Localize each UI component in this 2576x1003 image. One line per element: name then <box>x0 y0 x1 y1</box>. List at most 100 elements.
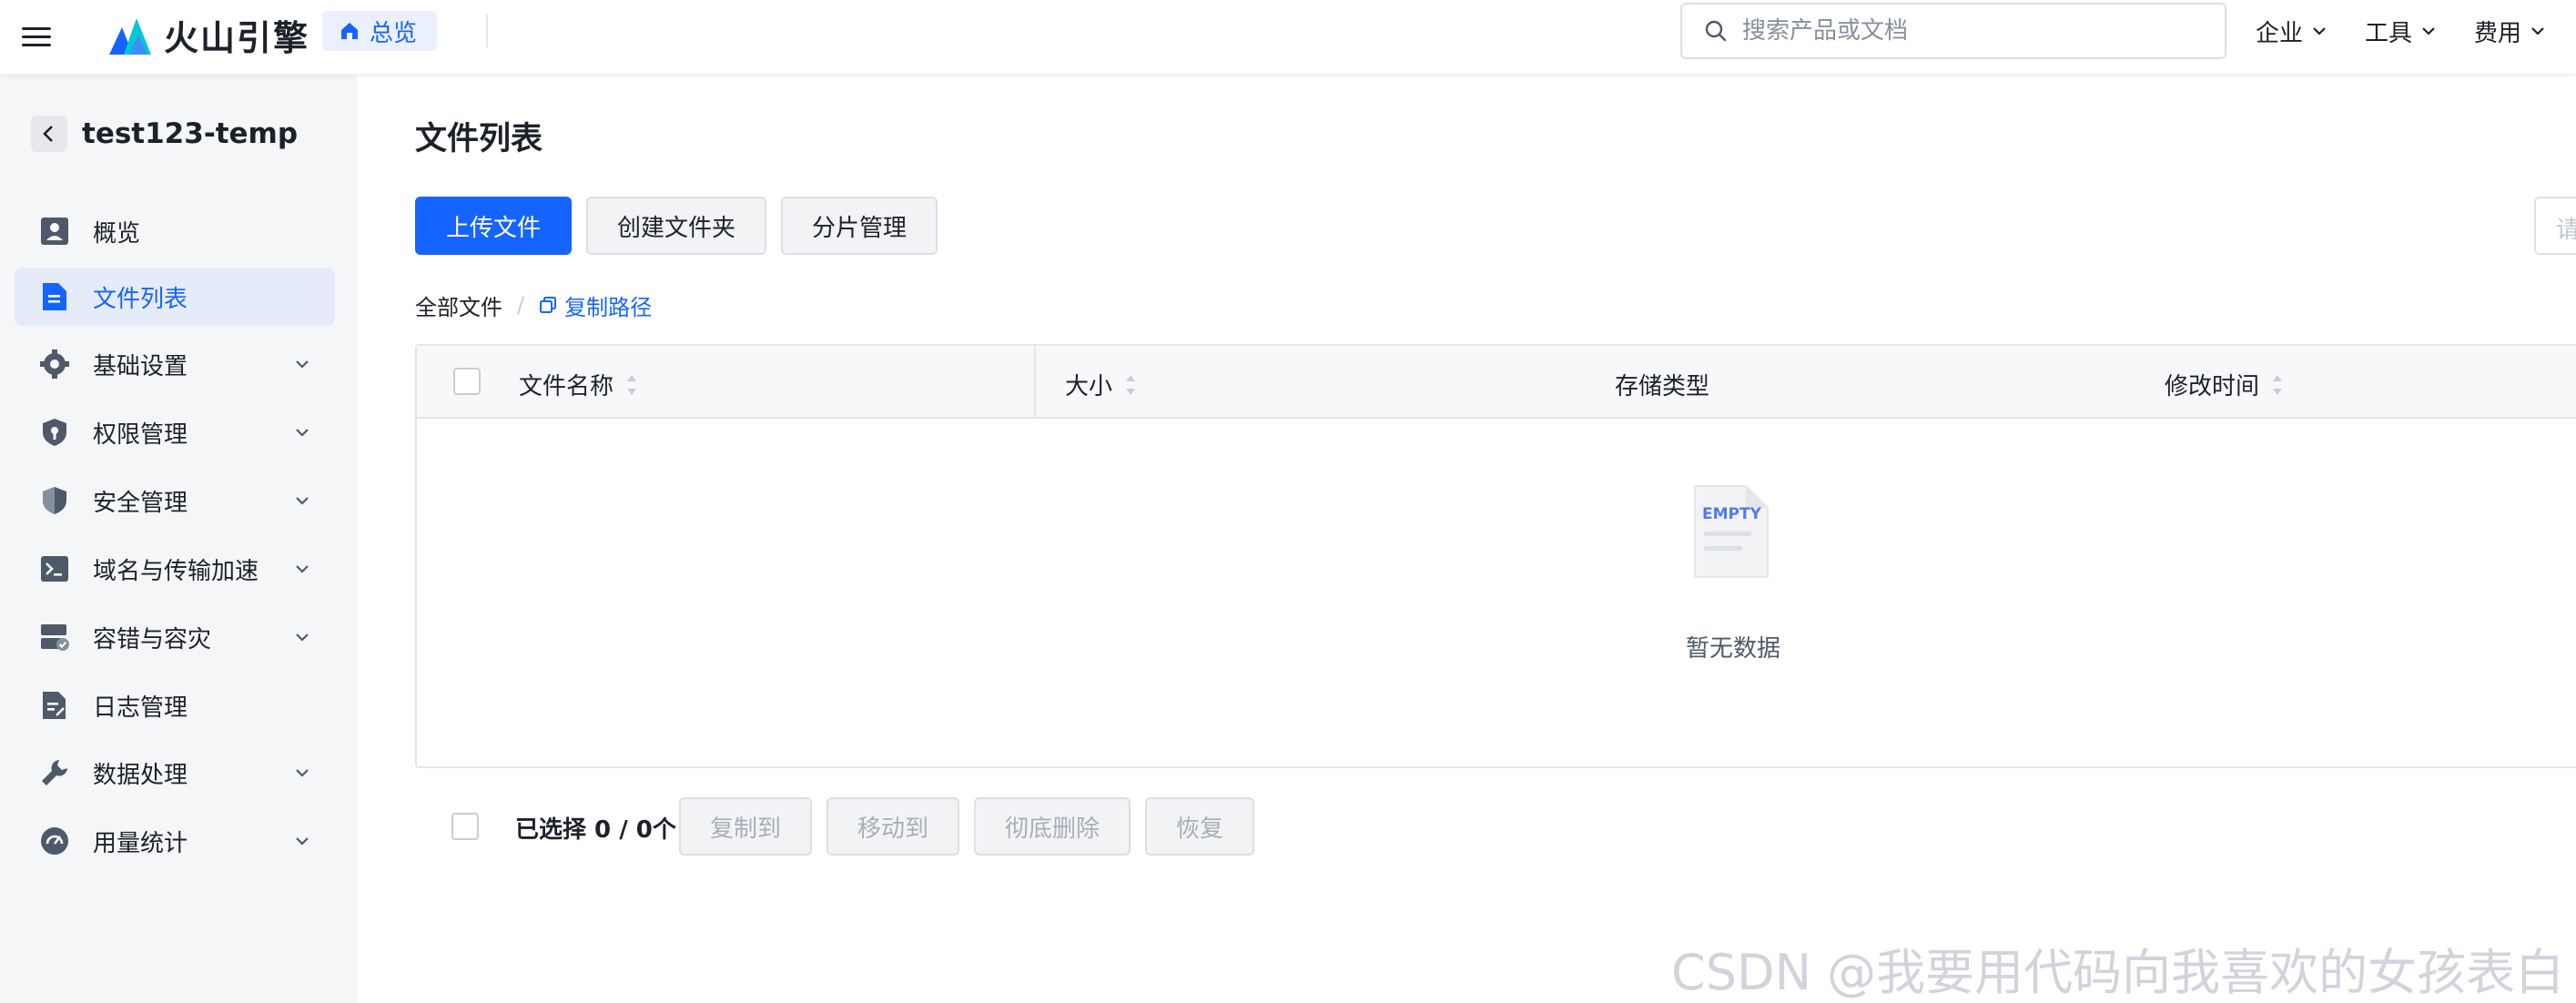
chevron-down-icon <box>2531 27 2544 35</box>
restore-button[interactable]: 恢复 <box>1145 797 1254 856</box>
sidebar: test123-temp 概览 文件列表 基础设置 权限管理 安全管理 域名与传… <box>0 75 357 1003</box>
column-label: 大小 <box>1065 373 1113 400</box>
menu-enterprise[interactable]: 企业 <box>2256 11 2328 51</box>
back-button[interactable] <box>31 116 67 152</box>
breadcrumb: 全部文件 / 复制路径 <box>415 289 652 320</box>
sidebar-item-file-list[interactable]: 文件列表 <box>15 268 335 326</box>
file-search-placeholder: 请 <box>2556 217 2576 244</box>
sidebar-item-basic-settings[interactable]: 基础设置 <box>15 335 335 393</box>
column-size[interactable]: 大小 <box>1065 368 1138 401</box>
top-nav-bar: 火山引擎 总览 企业 工具 费用 <box>0 0 2576 75</box>
chevron-down-icon <box>296 769 309 777</box>
upload-file-button[interactable]: 上传文件 <box>415 197 572 255</box>
chevron-down-icon <box>296 837 309 846</box>
overview-icon <box>38 215 71 248</box>
brand-name: 火山引擎 <box>164 17 310 58</box>
chevron-down-icon <box>296 429 309 437</box>
shield-icon <box>38 484 71 517</box>
sidebar-item-log-management[interactable]: 日志管理 <box>15 676 335 735</box>
empty-document-icon: EMPTY <box>1694 485 1769 578</box>
file-table: 文件名称 大小 存储类型 修改时间 <box>415 344 2576 768</box>
empty-illustration-text: EMPTY <box>1702 505 1762 523</box>
sidebar-item-overview[interactable]: 概览 <box>15 202 335 260</box>
chevron-down-icon <box>296 565 309 573</box>
sidebar-item-label: 权限管理 <box>93 420 188 449</box>
sidebar-item-usage-stats[interactable]: 用量统计 <box>15 812 335 870</box>
chevron-down-icon <box>296 633 309 642</box>
menu-tools[interactable]: 工具 <box>2365 11 2438 51</box>
terminal-icon <box>38 552 71 585</box>
home-overview-chip[interactable]: 总览 <box>322 11 438 51</box>
global-search[interactable] <box>1680 3 2226 59</box>
column-modified-time[interactable]: 修改时间 <box>2165 368 2285 401</box>
sidebar-item-security[interactable]: 安全管理 <box>15 471 335 530</box>
sidebar-item-label: 日志管理 <box>93 694 188 722</box>
sidebar-item-data-processing[interactable]: 数据处理 <box>15 744 335 802</box>
menu-enterprise-label: 企业 <box>2256 19 2304 47</box>
sort-icon <box>627 374 637 395</box>
chevron-down-icon <box>296 360 309 369</box>
csdn-watermark: CSDN @我要用代码向我喜欢的女孩表白 <box>1671 944 2565 1001</box>
menu-billing-label: 费用 <box>2474 19 2522 47</box>
sort-icon <box>2273 374 2283 395</box>
menu-billing[interactable]: 费用 <box>2474 11 2547 51</box>
gauge-icon <box>38 825 71 857</box>
chevron-down-icon <box>296 497 309 505</box>
search-icon <box>1705 20 1727 42</box>
create-folder-button[interactable]: 创建文件夹 <box>586 197 766 255</box>
table-header: 文件名称 大小 存储类型 修改时间 <box>417 346 2576 419</box>
hamburger-menu-icon[interactable] <box>18 18 55 55</box>
sidebar-item-label: 数据处理 <box>93 761 188 789</box>
brand-logo[interactable]: 火山引擎 <box>107 9 309 60</box>
sidebar-item-label: 用量统计 <box>93 829 188 857</box>
server-icon <box>38 621 71 653</box>
nav-divider <box>486 15 488 47</box>
select-all-checkbox[interactable] <box>453 368 481 395</box>
bucket-name: test123-temp <box>82 117 299 150</box>
sidebar-item-label: 容错与容灾 <box>93 625 212 653</box>
bucket-header: test123-temp <box>31 111 298 157</box>
copy-path-link[interactable]: 复制路径 <box>539 289 652 321</box>
column-label: 修改时间 <box>2165 373 2260 400</box>
column-label: 文件名称 <box>519 373 614 400</box>
sidebar-item-permissions[interactable]: 权限管理 <box>15 403 335 461</box>
sidebar-item-label: 概览 <box>93 219 141 248</box>
chevron-down-icon <box>2422 27 2435 35</box>
volcano-logo-icon <box>109 18 151 55</box>
home-chip-label: 总览 <box>370 19 418 47</box>
log-icon <box>38 689 71 722</box>
sort-icon <box>1126 374 1136 395</box>
sidebar-item-fault-tolerance[interactable]: 容错与容灾 <box>15 608 335 666</box>
sidebar-item-domain-acceleration[interactable]: 域名与传输加速 <box>15 540 335 598</box>
shield-key-icon <box>38 416 71 449</box>
menu-tools-label: 工具 <box>2365 19 2413 47</box>
sidebar-item-label: 安全管理 <box>93 489 188 517</box>
empty-state-text: 暂无数据 <box>1686 635 1781 663</box>
multipart-management-button[interactable]: 分片管理 <box>781 197 938 255</box>
copy-to-button[interactable]: 复制到 <box>679 797 812 856</box>
column-divider <box>1034 346 1036 419</box>
wrench-icon <box>38 756 71 789</box>
chevron-left-icon <box>43 126 53 142</box>
file-icon <box>38 280 71 313</box>
breadcrumb-all-files[interactable]: 全部文件 <box>415 289 502 321</box>
column-label: 存储类型 <box>1615 373 1710 400</box>
file-search-input[interactable]: 请 <box>2534 197 2576 255</box>
copy-icon <box>540 297 557 313</box>
page-title: 文件列表 <box>415 121 543 157</box>
column-storage-type: 存储类型 <box>1615 368 1709 401</box>
copy-path-label: 复制路径 <box>564 294 653 320</box>
sidebar-item-label: 基础设置 <box>93 352 188 380</box>
selection-count: 已选择 0 / 0个 <box>515 816 676 844</box>
search-input[interactable] <box>1742 17 2197 45</box>
sidebar-item-label: 文件列表 <box>93 285 188 313</box>
column-file-name[interactable]: 文件名称 <box>519 368 639 401</box>
footer-select-checkbox[interactable] <box>451 813 479 840</box>
sidebar-item-label: 域名与传输加速 <box>93 557 259 585</box>
home-icon <box>341 23 358 39</box>
breadcrumb-separator: / <box>517 292 525 318</box>
gear-icon <box>38 348 71 380</box>
chevron-down-icon <box>2313 27 2326 35</box>
permanent-delete-button[interactable]: 彻底删除 <box>974 797 1131 856</box>
move-to-button[interactable]: 移动到 <box>827 797 959 856</box>
